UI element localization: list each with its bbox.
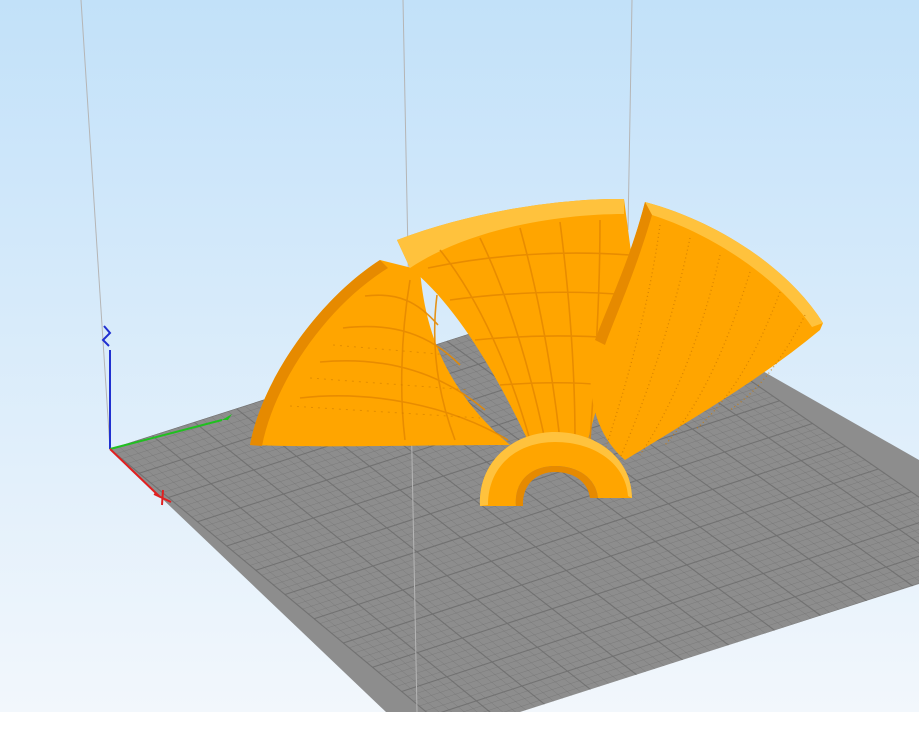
- bottom-strip: [0, 712, 919, 753]
- 3d-viewport[interactable]: [0, 0, 919, 712]
- viewport-scene[interactable]: [0, 0, 919, 712]
